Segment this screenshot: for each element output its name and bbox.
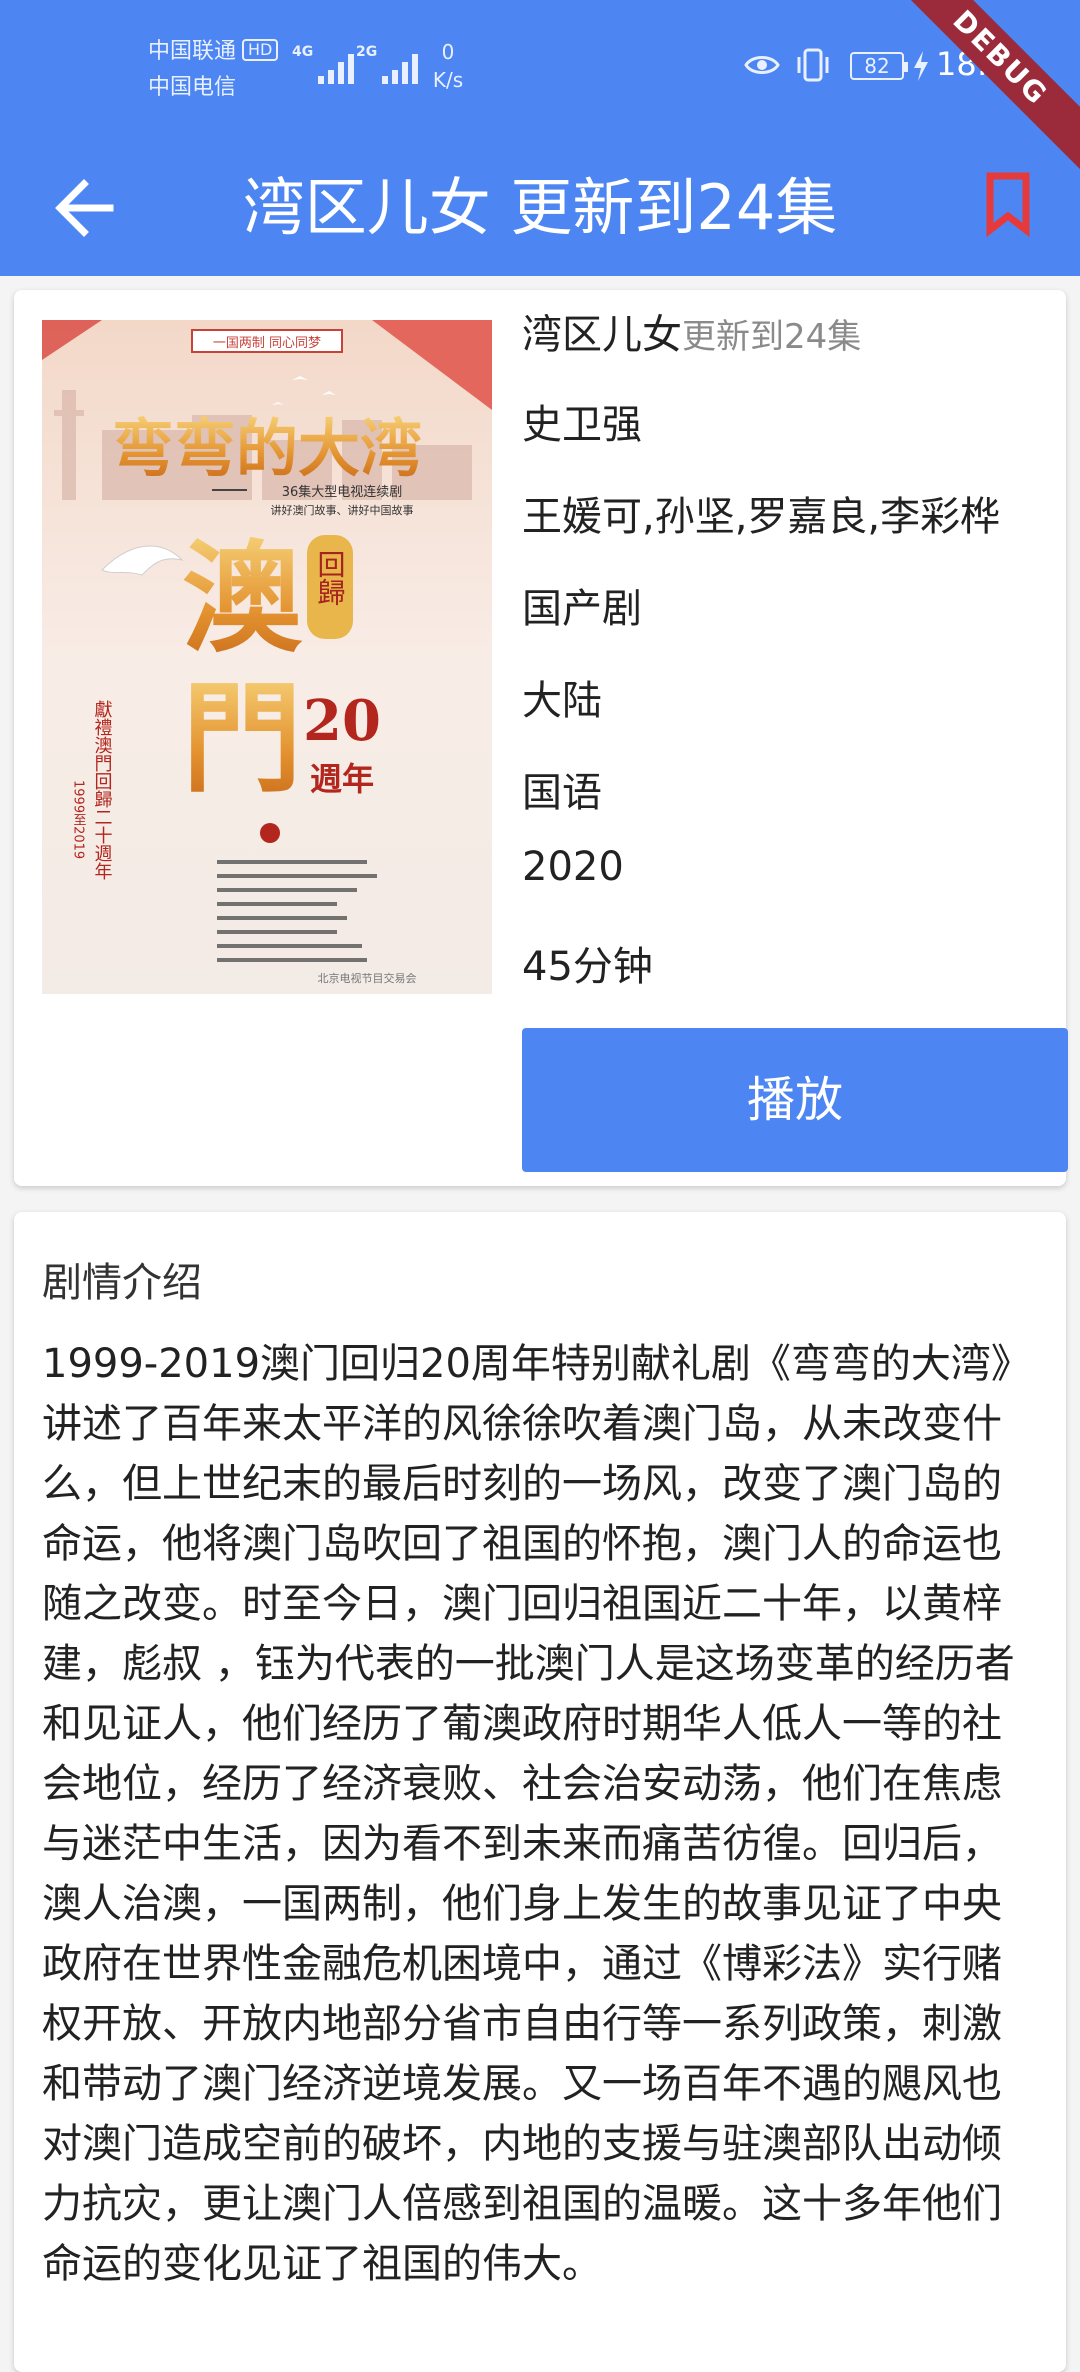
poster-years-text: 1999至2019 <box>71 780 87 859</box>
synopsis-card: 剧情介绍 1999-2019澳门回归20周年特别献礼剧《弯弯的大湾》讲述了百年来… <box>14 1212 1066 2372</box>
video-name: 湾区儿女 <box>522 312 682 358</box>
poster-vertical-text: 獻禮澳門回歸二十週年 <box>92 700 113 880</box>
update-status: 更新到24集 <box>682 317 862 357</box>
carrier-1-name: 中国联通 <box>148 39 237 64</box>
genre: 国产剧 <box>522 586 642 632</box>
charging-icon <box>914 51 928 81</box>
page-title: 湾区儿女 更新到24集 <box>242 171 838 244</box>
network-speed-unit: K/s <box>432 68 464 92</box>
eye-icon <box>744 56 780 74</box>
poster-subtitle-1: 36集大型电视连续剧 <box>282 484 403 500</box>
synopsis-heading: 剧情介绍 <box>42 1260 202 1306</box>
app-header: 中国联通 HD 中国电信 4G 2G 0 K/s 82 DEBUG 湾区儿女 更… <box>0 0 1080 276</box>
actors: 王媛可,孙坚,罗嘉良,李彩桦 <box>522 494 1001 540</box>
poster-anniversary-number: 20 <box>303 688 381 754</box>
battery-indicator: 82 <box>850 52 908 80</box>
poster-watermark: 北京电视节目交易会 <box>318 971 417 985</box>
signal-2g-icon: 2G <box>356 44 436 84</box>
video-title-line: 湾区儿女更新到24集 <box>522 302 861 360</box>
video-info-card: 一国两制 同心同梦 弯弯的大湾 36集大型电视连续剧 讲好澳门故事、讲好中国故事… <box>14 290 1068 1186</box>
toolbar: 湾区儿女 更新到24集 <box>0 140 1080 276</box>
duration: 45分钟 <box>522 944 653 990</box>
director: 史卫强 <box>522 402 642 448</box>
bookmark-icon[interactable] <box>968 162 1048 242</box>
vibrate-icon <box>797 48 829 82</box>
year: 2020 <box>522 844 624 890</box>
network-speed: 0 K/s <box>428 38 468 94</box>
poster-anniversary-text: 週年 <box>310 760 374 798</box>
carrier-info: 中国联通 HD 中国电信 <box>148 34 279 106</box>
region: 大陆 <box>522 678 602 724</box>
signal-2g-label: 2G <box>356 44 378 60</box>
network-speed-value: 0 <box>441 40 455 64</box>
poster-big-char-1: 澳 <box>182 528 303 669</box>
poster-subtitle-2: 讲好澳门故事、讲好中国故事 <box>271 503 414 517</box>
poster-seal: 回歸 <box>314 550 347 606</box>
poster-artwork: 一国两制 同心同梦 弯弯的大湾 36集大型电视连续剧 讲好澳门故事、讲好中国故事… <box>42 320 492 994</box>
back-arrow-icon[interactable] <box>48 170 124 246</box>
play-button[interactable]: 播放 <box>522 1028 1068 1172</box>
poster-top-banner: 一国两制 同心同梦 <box>213 336 321 351</box>
synopsis-text: 1999-2019澳门回归20周年特别献礼剧《弯弯的大湾》讲述了百年来太平洋的风… <box>42 1341 1031 2287</box>
hd-badge: HD <box>242 39 279 61</box>
poster-image[interactable]: 一国两制 同心同梦 弯弯的大湾 36集大型电视连续剧 讲好澳门故事、讲好中国故事… <box>42 320 492 994</box>
poster-big-char-2: 門 <box>182 668 302 809</box>
language: 国语 <box>522 770 602 816</box>
poster-main-title: 弯弯的大湾 <box>112 412 422 485</box>
carrier-2-name: 中国电信 <box>148 75 237 100</box>
status-bar: 中国联通 HD 中国电信 4G 2G 0 K/s 82 <box>0 0 1080 140</box>
signal-4g-label: 4G <box>292 44 314 60</box>
